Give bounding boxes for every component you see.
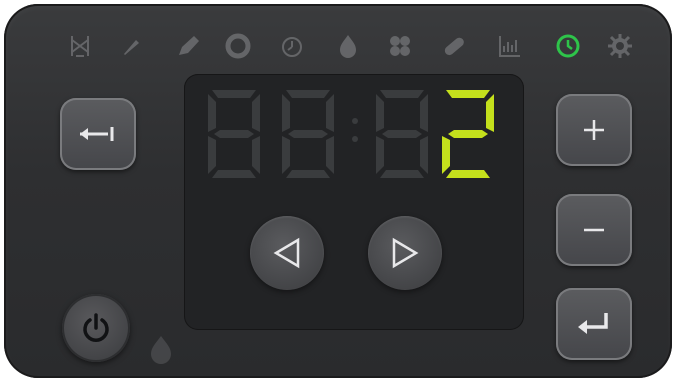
minus-button[interactable]: [556, 194, 632, 266]
digit-off-3: [376, 90, 428, 178]
digit-lit-readout: 2: [438, 86, 494, 178]
digit-off-2: [282, 90, 334, 178]
gear-icon[interactable]: [604, 30, 636, 62]
circle-ring-icon[interactable]: [222, 30, 254, 62]
minus-icon: [584, 228, 604, 232]
next-button[interactable]: [368, 216, 442, 290]
plus-button[interactable]: [556, 94, 632, 166]
chart-icon[interactable]: [494, 30, 526, 62]
timer-icon[interactable]: [276, 30, 308, 62]
display-colon: [352, 106, 360, 166]
power-button[interactable]: [62, 294, 130, 362]
seven-segment-display: 2: [204, 86, 504, 182]
fir-tree-icon[interactable]: [64, 30, 96, 62]
pencil-icon[interactable]: [172, 30, 204, 62]
back-arrow-icon: [80, 127, 114, 141]
digit-off-1: [208, 90, 260, 178]
triangle-left-icon: [273, 237, 300, 269]
fan-icon[interactable]: [384, 30, 416, 62]
enter-arrow-icon: [578, 313, 608, 334]
mode-icon-bar: [64, 30, 654, 70]
power-icon: [83, 313, 109, 342]
enter-button[interactable]: [556, 288, 632, 360]
flame-drop-icon[interactable]: [332, 30, 364, 62]
brush-icon[interactable]: [116, 30, 148, 62]
readout-value: 2: [438, 86, 448, 90]
flame-indicator-icon: [151, 336, 171, 364]
previous-button[interactable]: [250, 216, 324, 290]
pill-icon[interactable]: [438, 30, 470, 62]
control-panel: 2: [4, 4, 672, 378]
clock-icon[interactable]: [552, 30, 584, 62]
plus-icon: [584, 120, 604, 140]
triangle-right-icon: [392, 237, 419, 269]
back-button[interactable]: [60, 98, 136, 170]
